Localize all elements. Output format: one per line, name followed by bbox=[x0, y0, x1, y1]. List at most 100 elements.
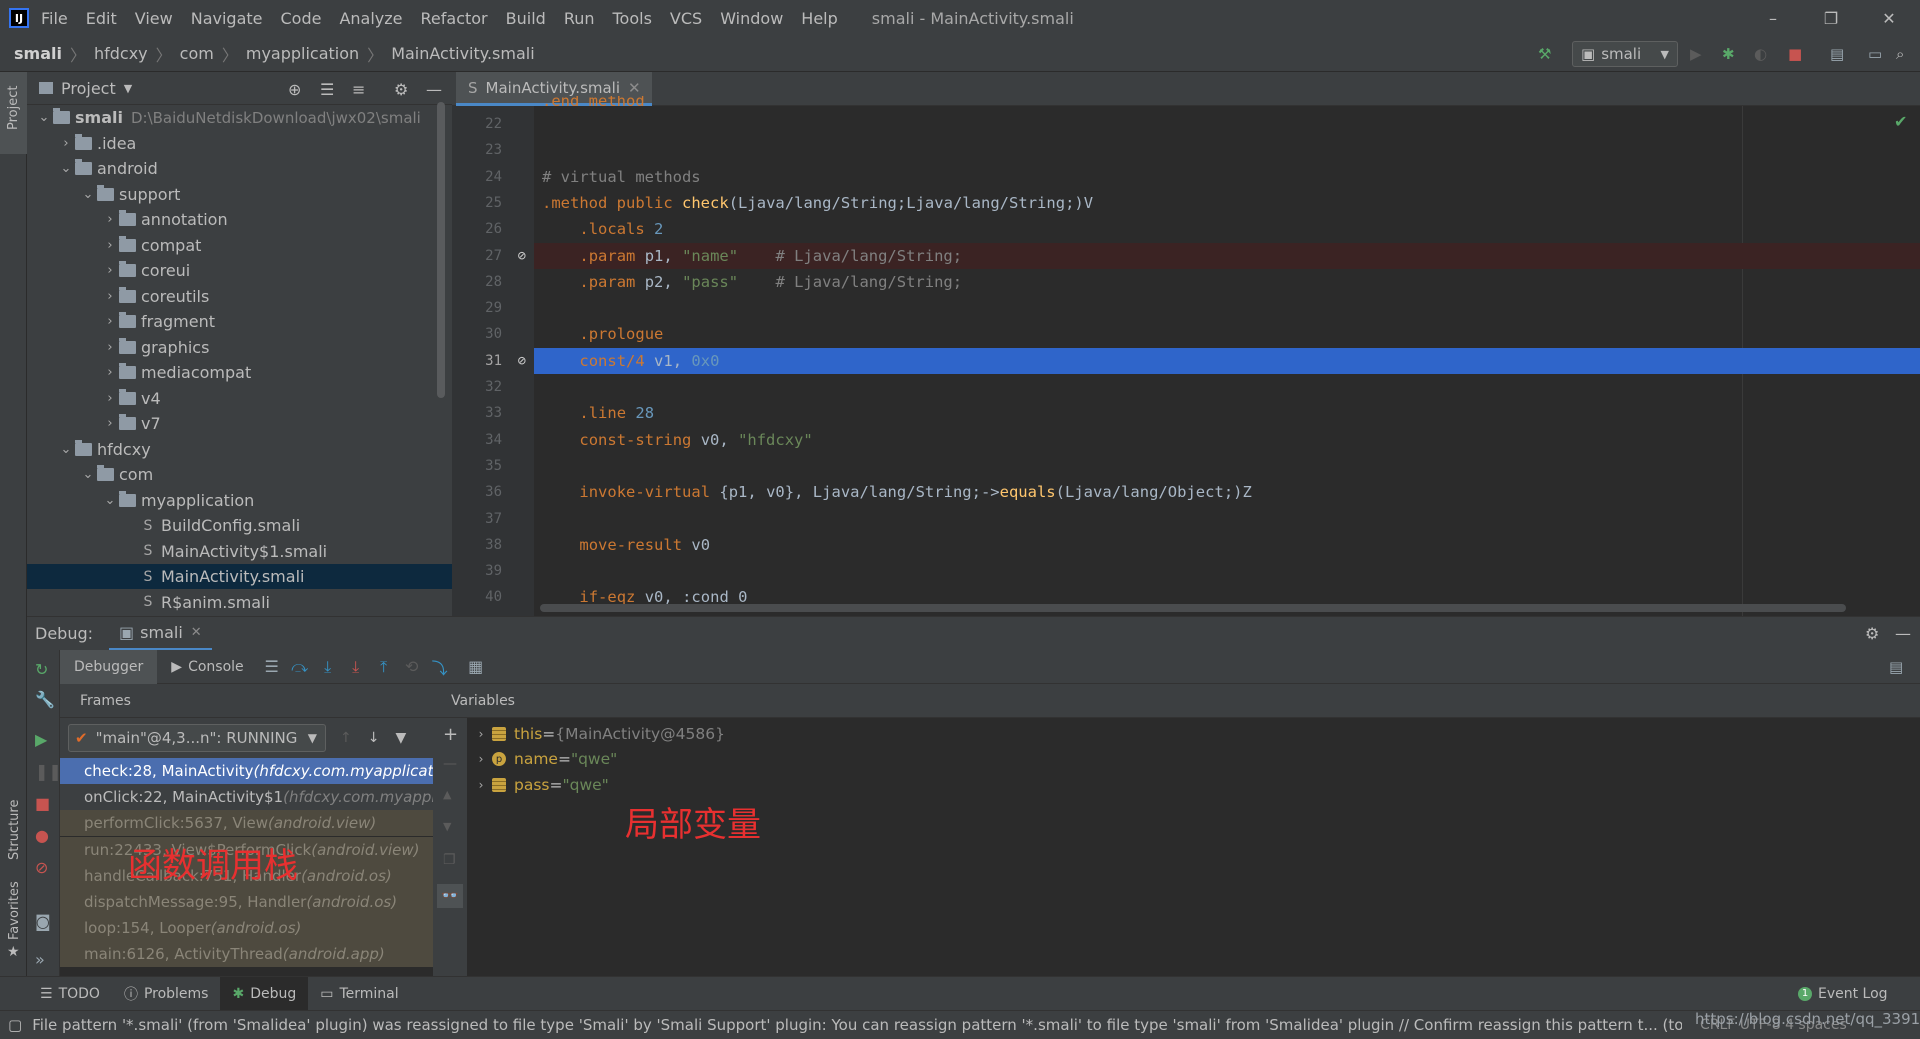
move-up-icon[interactable]: ▲ bbox=[443, 788, 451, 801]
status-toggle-icon[interactable]: ▢ bbox=[8, 1016, 22, 1034]
chevron-right-icon[interactable]: › bbox=[470, 752, 492, 766]
stack-frame[interactable]: performClick:5637, View (android.view) bbox=[60, 810, 433, 837]
debug-session-tab[interactable]: ▣ smali ✕ bbox=[109, 617, 212, 651]
breadcrumb-item[interactable]: MainActivity.smali bbox=[391, 44, 534, 63]
tree-folder[interactable]: › fragment bbox=[27, 309, 452, 334]
tree-folder[interactable]: › .idea bbox=[27, 131, 452, 156]
menu-vcs[interactable]: VCS bbox=[670, 9, 702, 28]
remove-watch-icon[interactable]: — bbox=[443, 756, 457, 772]
mute-breakpoints-icon[interactable]: ⊘ bbox=[35, 858, 48, 877]
chevron-down-icon[interactable]: ⌄ bbox=[101, 493, 119, 508]
line-number[interactable]: 23 bbox=[452, 137, 534, 163]
chevron-right-icon[interactable]: › bbox=[101, 289, 119, 304]
stack-frame[interactable]: main:6126, ActivityThread (android.app) bbox=[60, 941, 433, 968]
line-number[interactable]: 27 ⊘ bbox=[452, 243, 534, 269]
code-line[interactable]: .param p2, "pass" # Ljava/lang/String; bbox=[534, 269, 1920, 295]
chevron-right-icon[interactable]: › bbox=[101, 416, 119, 431]
line-number[interactable]: 25 bbox=[452, 190, 534, 216]
tool-tab-terminal[interactable]: ▭ Terminal bbox=[308, 977, 410, 1011]
expand-all-icon[interactable]: ☰ bbox=[320, 80, 334, 99]
resume-icon[interactable]: ▶ bbox=[35, 730, 47, 749]
arrow-up-icon[interactable]: ↑ bbox=[340, 730, 352, 746]
project-structure-icon[interactable]: ▤ bbox=[1830, 42, 1844, 66]
pause-icon[interactable]: ❚❚ bbox=[35, 762, 62, 781]
drop-frame-icon[interactable]: ⟲ bbox=[398, 657, 426, 676]
show-execution-point-icon[interactable]: ☰ bbox=[258, 657, 286, 676]
line-number[interactable]: 38 bbox=[452, 532, 534, 558]
breadcrumb-item[interactable]: hfdcxy bbox=[94, 44, 148, 63]
tree-folder[interactable]: › mediacompat bbox=[27, 360, 452, 385]
run-configuration-select[interactable]: ▣ smali ▼ bbox=[1572, 41, 1678, 67]
filter-icon[interactable]: ▼ bbox=[395, 730, 406, 746]
tree-folder[interactable]: › annotation bbox=[27, 207, 452, 232]
menu-code[interactable]: Code bbox=[281, 9, 322, 28]
chevron-right-icon[interactable]: › bbox=[101, 340, 119, 355]
tree-folder[interactable]: ⌄ smali D:\BaiduNetdiskDownload\jwx02\smal… bbox=[27, 105, 452, 130]
line-number[interactable]: 26 bbox=[452, 216, 534, 242]
step-over-icon[interactable]: ⤼ bbox=[286, 657, 314, 677]
breakpoint-icon[interactable]: ⊘ bbox=[518, 248, 526, 264]
line-number[interactable]: 31 ⊘ bbox=[452, 348, 534, 374]
variable-row[interactable]: › this = {MainActivity@4586} bbox=[470, 721, 725, 746]
chevron-down-icon[interactable]: ⌄ bbox=[79, 467, 97, 482]
close-tab-icon[interactable]: ✕ bbox=[628, 79, 641, 97]
build-hammer-icon[interactable]: ⚒ bbox=[1538, 42, 1551, 66]
chevron-right-icon[interactable]: › bbox=[101, 212, 119, 227]
code-line[interactable] bbox=[534, 137, 1920, 163]
tree-file[interactable]: S MainActivity.smali bbox=[27, 564, 452, 589]
event-log-button[interactable]: 1 Event Log bbox=[1786, 977, 1900, 1011]
code-line[interactable]: move-result v0 bbox=[534, 532, 1920, 558]
move-down-icon[interactable]: ▼ bbox=[443, 820, 451, 833]
menu-file[interactable]: File bbox=[41, 9, 68, 28]
presentation-icon[interactable]: ▭ bbox=[1868, 42, 1882, 66]
breadcrumb-item[interactable]: com bbox=[180, 44, 214, 63]
add-watch-icon[interactable]: + bbox=[443, 724, 458, 745]
code-line[interactable]: .line 28 bbox=[534, 400, 1920, 426]
chevron-down-icon[interactable]: ⌄ bbox=[35, 110, 53, 125]
chevron-down-icon[interactable]: ⌄ bbox=[57, 442, 75, 457]
rerun-icon[interactable]: ↻ bbox=[35, 660, 48, 679]
locate-icon[interactable]: ⊕ bbox=[288, 80, 301, 99]
menu-view[interactable]: View bbox=[135, 9, 173, 28]
tree-file[interactable]: S R$anim.smali bbox=[27, 590, 452, 615]
chevron-right-icon[interactable]: › bbox=[101, 365, 119, 380]
variable-row[interactable]: › p name = "qwe" bbox=[470, 747, 618, 772]
line-number[interactable]: 37 bbox=[452, 506, 534, 532]
breadcrumb-item[interactable]: smali bbox=[14, 44, 62, 63]
stack-frame[interactable]: onClick:22, MainActivity$1 (hfdcxy.com.m… bbox=[60, 784, 433, 811]
tab-console[interactable]: ▶ Console bbox=[157, 650, 257, 684]
menu-tools[interactable]: Tools bbox=[613, 9, 652, 28]
watches-glasses-icon[interactable]: 👓 bbox=[437, 884, 463, 908]
tree-folder[interactable]: ⌄ android bbox=[27, 156, 452, 181]
line-number[interactable]: 28 bbox=[452, 269, 534, 295]
project-panel-title[interactable]: Project bbox=[61, 79, 116, 98]
stack-frame[interactable]: dispatchMessage:95, Handler (android.os) bbox=[60, 889, 433, 915]
stack-frame[interactable]: check:28, MainActivity (hfdcxy.com.myapp… bbox=[60, 758, 433, 784]
code-line[interactable]: # virtual methods bbox=[534, 164, 1920, 190]
run-to-cursor-icon[interactable]: ⤵ bbox=[426, 655, 454, 679]
force-step-into-icon[interactable]: ⤓ bbox=[342, 657, 370, 677]
menu-refactor[interactable]: Refactor bbox=[421, 9, 488, 28]
code-line[interactable] bbox=[534, 295, 1920, 321]
layout-icon[interactable]: ▤ bbox=[1889, 658, 1903, 676]
line-number[interactable]: 39 bbox=[452, 558, 534, 584]
hide-icon[interactable]: — bbox=[426, 80, 442, 99]
chevron-right-icon[interactable]: › bbox=[470, 778, 492, 792]
more-icon[interactable]: » bbox=[35, 950, 45, 969]
menu-analyze[interactable]: Analyze bbox=[339, 9, 402, 28]
collapse-all-icon[interactable]: ≡ bbox=[352, 80, 365, 99]
restore-button[interactable]: ❐ bbox=[1802, 0, 1860, 36]
editor-horizontal-scrollbar[interactable] bbox=[540, 604, 1846, 612]
step-into-icon[interactable]: ⤓ bbox=[314, 657, 342, 677]
tree-folder[interactable]: ⌄ hfdcxy bbox=[27, 437, 452, 462]
chevron-right-icon[interactable]: › bbox=[101, 263, 119, 278]
line-number[interactable]: 22 bbox=[452, 111, 534, 137]
tab-debugger[interactable]: Debugger bbox=[60, 649, 158, 684]
code-line[interactable]: .locals 2 bbox=[534, 216, 1920, 242]
code-line[interactable]: const/4 v1, 0x0 bbox=[534, 347, 1920, 374]
chevron-right-icon[interactable]: › bbox=[57, 136, 75, 151]
stop-icon[interactable]: ■ bbox=[35, 794, 50, 813]
copy-icon[interactable]: ❐ bbox=[443, 852, 456, 868]
tree-folder[interactable]: › coreui bbox=[27, 258, 452, 283]
wrench-icon[interactable]: 🔧 bbox=[35, 690, 55, 709]
